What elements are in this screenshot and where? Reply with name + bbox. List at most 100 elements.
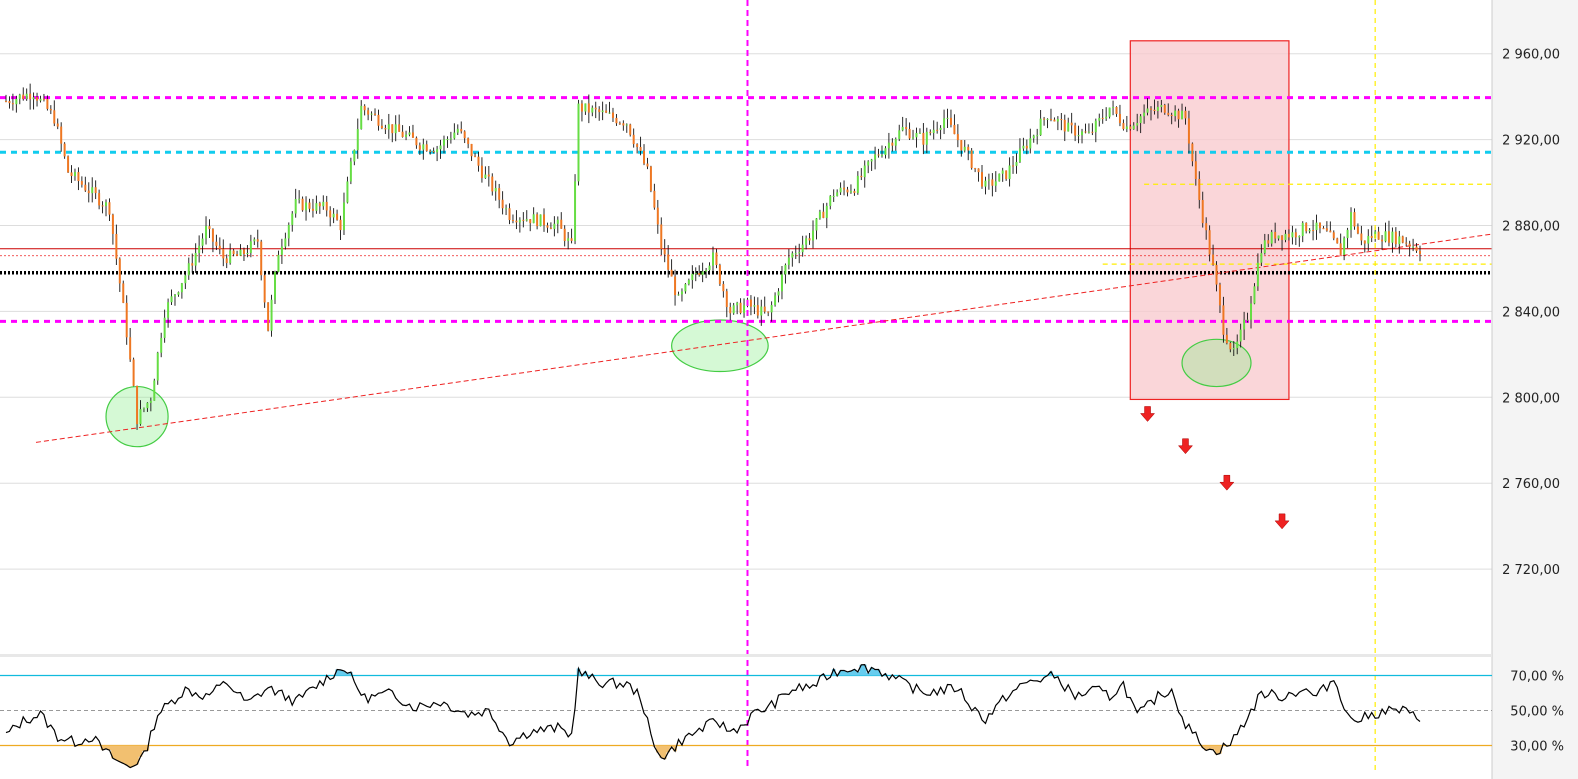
candle-body bbox=[425, 144, 428, 151]
candle-body bbox=[943, 118, 946, 128]
candle-body bbox=[11, 103, 14, 105]
candle-body bbox=[308, 202, 311, 209]
candle-body bbox=[629, 124, 632, 135]
candle-body bbox=[160, 337, 163, 353]
candle-body bbox=[1001, 170, 1004, 174]
candle-body bbox=[115, 233, 118, 259]
candle-body bbox=[208, 226, 211, 230]
candle-body bbox=[567, 238, 570, 241]
candle-body bbox=[1208, 230, 1211, 255]
candle-body bbox=[987, 179, 990, 181]
candle-body bbox=[394, 124, 397, 134]
candle-body bbox=[118, 258, 121, 284]
candle-body bbox=[1401, 236, 1404, 243]
candle-body bbox=[77, 172, 80, 182]
candle-body bbox=[1194, 161, 1197, 179]
candle-body bbox=[1177, 110, 1180, 120]
candle-body bbox=[774, 295, 777, 305]
candle-body bbox=[1129, 126, 1132, 130]
candle-body bbox=[1143, 112, 1146, 117]
candle-body bbox=[549, 227, 552, 229]
candle-body bbox=[146, 402, 149, 409]
candle-body bbox=[1243, 319, 1246, 330]
candle-body bbox=[667, 254, 670, 270]
candle-body bbox=[1329, 230, 1332, 233]
candle-body bbox=[149, 400, 152, 403]
candle-body bbox=[708, 265, 711, 271]
candle-body bbox=[981, 172, 984, 187]
chart-root: 2 939,562 914,082 899,192 869,162 858,00… bbox=[0, 0, 1578, 779]
candle-body bbox=[374, 113, 377, 115]
candle-body bbox=[253, 239, 256, 242]
candle-body bbox=[467, 138, 470, 144]
candle-body bbox=[1118, 113, 1121, 124]
candle-body bbox=[408, 132, 411, 135]
candle-body bbox=[529, 219, 532, 224]
candle-body bbox=[743, 305, 746, 314]
candle-body bbox=[694, 273, 697, 275]
candle-body bbox=[1174, 110, 1177, 116]
candle-body bbox=[139, 409, 142, 425]
candle-body bbox=[663, 248, 666, 255]
candle-body bbox=[67, 156, 70, 173]
candle-body bbox=[501, 199, 504, 209]
candle-body bbox=[653, 190, 656, 208]
candle-body bbox=[332, 213, 335, 218]
candle-body bbox=[211, 229, 214, 242]
candle-body bbox=[156, 352, 159, 381]
price-tick-label: 2 920,00 bbox=[1502, 134, 1560, 149]
candle-body bbox=[1363, 240, 1366, 244]
candle-body bbox=[363, 105, 366, 111]
candle-body bbox=[46, 98, 49, 109]
candle-body bbox=[1260, 253, 1263, 263]
candle-body bbox=[384, 128, 387, 130]
candle-body bbox=[1370, 235, 1373, 239]
candle-body bbox=[73, 172, 76, 177]
candle-body bbox=[1091, 131, 1094, 133]
candle-body bbox=[1277, 235, 1280, 239]
candle-body bbox=[812, 230, 815, 241]
candle-body bbox=[880, 154, 883, 156]
candle-body bbox=[956, 134, 959, 141]
candle-body bbox=[1115, 107, 1118, 114]
candle-body bbox=[856, 175, 859, 193]
candle-body bbox=[505, 208, 508, 210]
price-tick-label: 2 800,00 bbox=[1502, 391, 1560, 406]
candle-body bbox=[1025, 145, 1028, 149]
candle-body bbox=[860, 175, 863, 178]
candle-body bbox=[377, 114, 380, 126]
candle-body bbox=[898, 130, 901, 140]
candle-body bbox=[1346, 229, 1349, 239]
candle-body bbox=[1039, 118, 1042, 136]
candle-body bbox=[967, 146, 970, 151]
candle-body bbox=[715, 252, 718, 266]
candle-body bbox=[849, 191, 852, 193]
candle-body bbox=[215, 241, 218, 246]
candle-body bbox=[794, 253, 797, 255]
candle-body bbox=[1236, 341, 1239, 349]
candle-body bbox=[5, 100, 7, 102]
candle-body bbox=[508, 208, 511, 221]
candle-body bbox=[336, 213, 339, 220]
candle-body bbox=[1181, 110, 1184, 120]
candle-body bbox=[1322, 228, 1325, 230]
candle-body bbox=[594, 107, 597, 110]
candle-body bbox=[908, 128, 911, 139]
rsi-tick-label: 70,00 % bbox=[1510, 670, 1564, 685]
candle-body bbox=[1360, 233, 1363, 241]
candle-body bbox=[915, 132, 918, 138]
candle-body bbox=[984, 180, 987, 187]
candle-body bbox=[1353, 212, 1356, 227]
candle-body bbox=[91, 187, 94, 194]
candle-body bbox=[1250, 303, 1253, 320]
candle-body bbox=[1267, 240, 1270, 244]
candle-body bbox=[494, 188, 497, 192]
candle-body bbox=[998, 173, 1001, 182]
price-chart[interactable]: 2 939,562 914,082 899,192 869,162 858,00… bbox=[0, 0, 1578, 779]
candle-body bbox=[356, 129, 359, 151]
candle-body bbox=[580, 103, 583, 112]
candle-body bbox=[315, 203, 318, 211]
candle-body bbox=[563, 228, 566, 241]
candle-body bbox=[515, 220, 518, 223]
candle-body bbox=[1146, 108, 1149, 113]
